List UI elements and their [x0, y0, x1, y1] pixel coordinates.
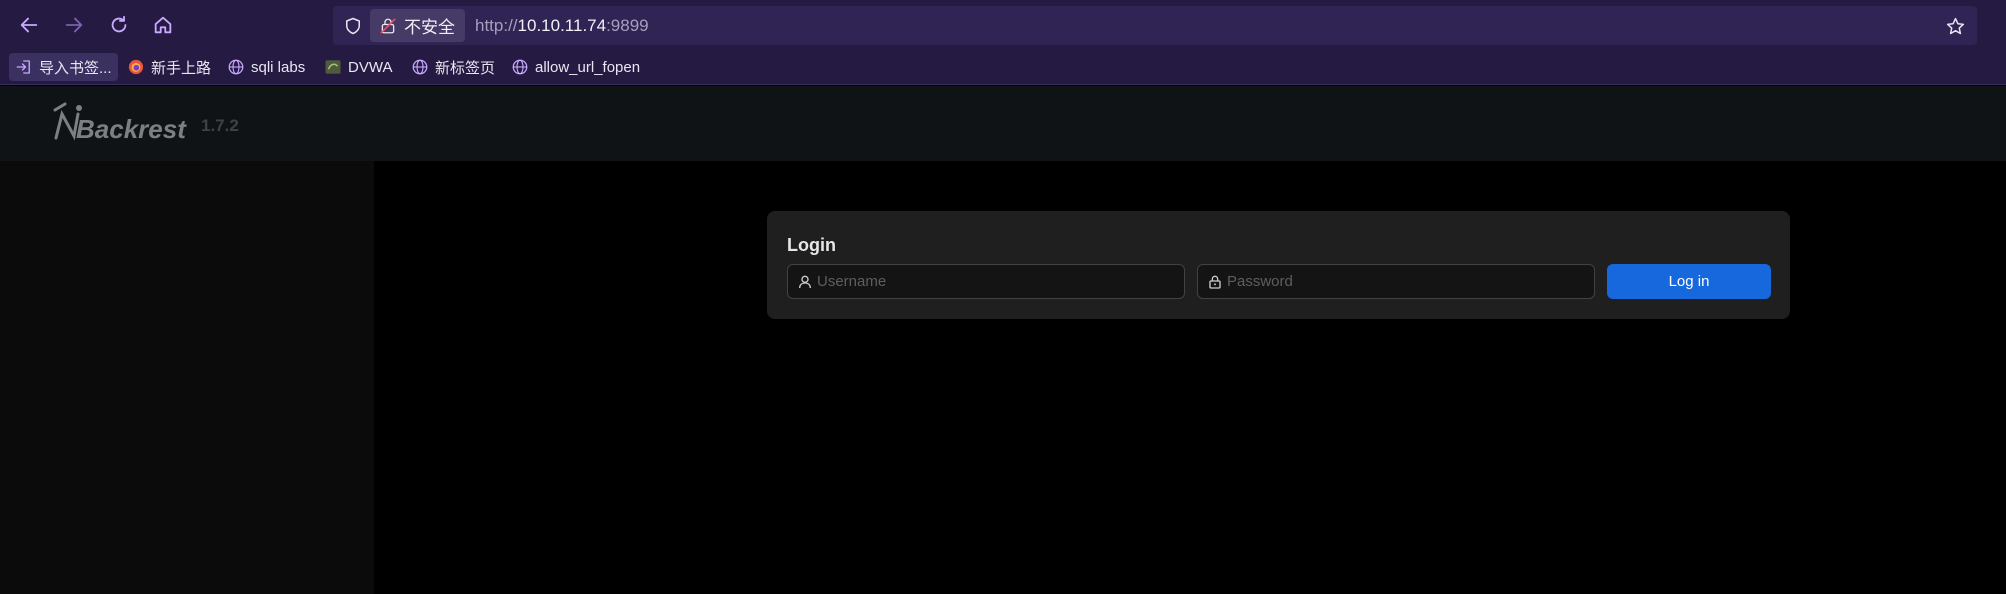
arrow-right-icon [65, 17, 83, 33]
forward-button[interactable] [58, 9, 90, 41]
bookmark-page-button[interactable] [1943, 14, 1967, 38]
bookmark-dvwa[interactable]: DVWA [318, 53, 398, 81]
firefox-icon [128, 59, 144, 75]
bookmark-sqli-labs[interactable]: sqli labs [221, 53, 311, 81]
password-input[interactable] [1227, 265, 1587, 298]
globe-icon [512, 59, 528, 75]
security-label: 不安全 [404, 18, 455, 37]
bookmark-label: 导入书签... [39, 59, 112, 77]
user-icon [799, 275, 811, 289]
app-version: 1.7.2 [201, 116, 239, 135]
dvwa-favicon [325, 60, 341, 74]
url-scheme: http:// [475, 16, 518, 35]
url-bar[interactable]: 不安全 http://10.10.11.74:9899 [333, 6, 1977, 45]
back-button[interactable] [13, 9, 45, 41]
logo-text: Backrest [76, 114, 187, 144]
bookmark-label: sqli labs [251, 58, 306, 76]
bookmark-label: DVWA [348, 58, 393, 76]
login-card: Login Log in [767, 211, 1790, 319]
import-icon [16, 60, 30, 74]
username-field[interactable] [787, 264, 1185, 299]
bookmarks-bar: 导入书签... 新手上路 sqli labs DVWA 新标签页 allow_u… [0, 50, 2006, 85]
login-button[interactable]: Log in [1607, 264, 1771, 299]
url-text[interactable]: http://10.10.11.74:9899 [475, 6, 649, 45]
bookmark-getting-started[interactable]: 新手上路 [121, 53, 217, 81]
password-field[interactable] [1197, 264, 1595, 299]
url-port: :9899 [606, 16, 649, 35]
shield-icon [346, 17, 360, 35]
login-title: Login [787, 235, 836, 255]
bookmark-import[interactable]: 导入书签... [9, 53, 118, 81]
lock-icon [1209, 275, 1221, 289]
home-icon [154, 16, 172, 34]
sidebar [0, 161, 374, 594]
bookmark-label: 新手上路 [151, 59, 212, 77]
globe-icon [412, 59, 428, 75]
globe-icon [228, 59, 244, 75]
browser-toolbar: 不安全 http://10.10.11.74:9899 [0, 0, 2006, 50]
app-header: Backrest 1.7.2 [0, 86, 2006, 161]
url-host: 10.10.11.74 [517, 16, 607, 35]
bookmark-allow-url-fopen[interactable]: allow_url_fopen [505, 53, 646, 81]
home-button[interactable] [147, 9, 179, 41]
username-input[interactable] [817, 265, 1177, 298]
tracking-protection-button[interactable] [341, 14, 365, 38]
bookmark-label: 新标签页 [435, 59, 496, 77]
bookmark-new-tab[interactable]: 新标签页 [405, 53, 501, 81]
reload-icon [111, 15, 127, 33]
site-security-indicator[interactable]: 不安全 [370, 9, 465, 42]
backrest-logo[interactable]: Backrest [52, 100, 192, 146]
reload-button[interactable] [103, 9, 135, 41]
arrow-left-icon [20, 17, 38, 33]
bookmark-label: allow_url_fopen [535, 58, 641, 76]
insecure-lock-icon [380, 18, 396, 33]
star-icon [1946, 17, 1964, 34]
